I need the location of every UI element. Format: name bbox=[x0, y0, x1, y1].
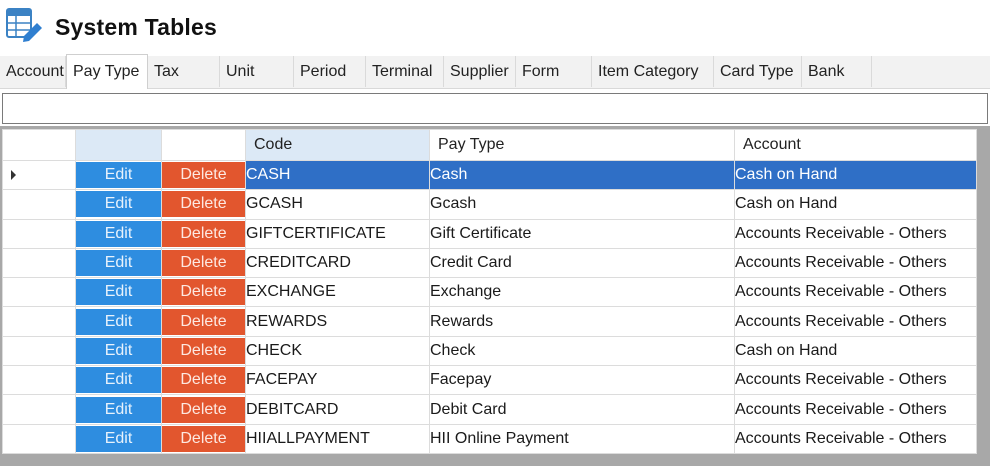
cell-account[interactable]: Cash on Hand bbox=[734, 159, 977, 191]
cell-pay-type[interactable]: Check bbox=[429, 335, 735, 367]
table-row[interactable]: Edit Delete EXCHANGE Exchange Accounts Recei… bbox=[2, 277, 977, 308]
table-row[interactable]: Edit Delete REWARDS Rewards Accounts Receiva… bbox=[2, 306, 977, 337]
table-row[interactable]: Edit Delete GIFTCERTIFICATE Gift Certificat… bbox=[2, 218, 977, 249]
tab-period[interactable]: Period bbox=[294, 56, 366, 87]
cell-code[interactable]: DEBITCARD bbox=[245, 394, 430, 425]
cell-code[interactable]: CHECK bbox=[245, 335, 430, 367]
cell-code[interactable]: CREDITCARD bbox=[245, 247, 430, 279]
delete-button[interactable]: Delete bbox=[162, 337, 245, 364]
delete-column-header bbox=[161, 129, 246, 161]
tab-tax[interactable]: Tax bbox=[148, 56, 220, 87]
row-header[interactable] bbox=[2, 277, 76, 308]
cell-account[interactable]: Cash on Hand bbox=[734, 335, 977, 367]
table-icon bbox=[6, 8, 42, 42]
cell-account[interactable]: Accounts Receivable - Others bbox=[734, 306, 977, 337]
tab-pay-type[interactable]: Pay Type bbox=[66, 54, 148, 89]
table-row[interactable]: Edit Delete FACEPAY Facepay Accounts Receiva… bbox=[2, 365, 977, 396]
cell-pay-type[interactable]: Exchange bbox=[429, 277, 735, 308]
cell-account[interactable]: Accounts Receivable - Others bbox=[734, 277, 977, 308]
edit-button[interactable]: Edit bbox=[76, 162, 161, 189]
cell-account[interactable]: Accounts Receivable - Others bbox=[734, 394, 977, 425]
cell-code[interactable]: EXCHANGE bbox=[245, 277, 430, 308]
row-header[interactable] bbox=[2, 189, 76, 220]
row-header[interactable] bbox=[2, 423, 76, 454]
cell-pay-type[interactable]: Cash bbox=[429, 159, 735, 191]
row-header[interactable] bbox=[2, 335, 76, 367]
row-header[interactable] bbox=[2, 394, 76, 425]
tab-account[interactable]: Account bbox=[0, 56, 66, 87]
cell-code[interactable]: FACEPAY bbox=[245, 365, 430, 396]
edit-button[interactable]: Edit bbox=[76, 396, 161, 423]
header-row: Code Pay Type Account bbox=[2, 129, 977, 161]
edit-button[interactable]: Edit bbox=[76, 425, 161, 452]
tab-bar: Account Pay Type Tax Unit Period Termina… bbox=[0, 54, 990, 89]
edit-button[interactable]: Edit bbox=[76, 191, 161, 218]
cell-pay-type[interactable]: Gift Certificate bbox=[429, 218, 735, 249]
edit-button[interactable]: Edit bbox=[76, 250, 161, 277]
column-header-pay-type[interactable]: Pay Type bbox=[429, 129, 735, 161]
cell-account[interactable]: Accounts Receivable - Others bbox=[734, 423, 977, 454]
delete-button[interactable]: Delete bbox=[162, 396, 245, 423]
cell-pay-type[interactable]: Facepay bbox=[429, 365, 735, 396]
page-title: System Tables bbox=[55, 14, 217, 40]
cell-account[interactable]: Cash on Hand bbox=[734, 189, 977, 220]
row-header[interactable] bbox=[2, 365, 76, 396]
edit-column-header bbox=[75, 129, 162, 161]
cell-account[interactable]: Accounts Receivable - Others bbox=[734, 218, 977, 249]
header: System Tables bbox=[0, 0, 990, 56]
cell-account[interactable]: Accounts Receivable - Others bbox=[734, 247, 977, 279]
edit-button[interactable]: Edit bbox=[76, 367, 161, 394]
delete-button[interactable]: Delete bbox=[162, 162, 245, 189]
tab-supplier[interactable]: Supplier bbox=[444, 56, 516, 87]
table-row[interactable]: Edit Delete CASH Cash Cash on Hand bbox=[2, 159, 977, 191]
edit-button[interactable]: Edit bbox=[76, 220, 161, 247]
cell-pay-type[interactable]: Rewards bbox=[429, 306, 735, 337]
delete-button[interactable]: Delete bbox=[162, 191, 245, 218]
table-row[interactable]: Edit Delete CHECK Check Cash on Hand bbox=[2, 335, 977, 367]
tab-bank[interactable]: Bank bbox=[802, 56, 872, 87]
delete-button[interactable]: Delete bbox=[162, 308, 245, 335]
table-row[interactable]: Edit Delete DEBITCARD Debit Card Accounts Re… bbox=[2, 394, 977, 425]
column-header-code[interactable]: Code bbox=[245, 129, 430, 161]
cell-pay-type[interactable]: Gcash bbox=[429, 189, 735, 220]
column-header-account[interactable]: Account bbox=[734, 129, 977, 161]
row-header[interactable] bbox=[2, 306, 76, 337]
cell-pay-type[interactable]: HII Online Payment bbox=[429, 423, 735, 454]
pay-type-table: Code Pay Type Account Edit Delete CASH Cash… bbox=[2, 129, 977, 454]
delete-button[interactable]: Delete bbox=[162, 425, 245, 452]
cell-pay-type[interactable]: Debit Card bbox=[429, 394, 735, 425]
edit-button[interactable]: Edit bbox=[76, 337, 161, 364]
delete-button[interactable]: Delete bbox=[162, 220, 245, 247]
delete-button[interactable]: Delete bbox=[162, 367, 245, 394]
cell-code[interactable]: REWARDS bbox=[245, 306, 430, 337]
tab-form[interactable]: Form bbox=[516, 56, 592, 87]
tab-item-category[interactable]: Item Category bbox=[592, 56, 714, 87]
current-row-indicator-icon bbox=[11, 170, 16, 180]
table-row[interactable]: Edit Delete HIIALLPAYMENT HII Online Paymen… bbox=[2, 423, 977, 454]
edit-button[interactable]: Edit bbox=[76, 308, 161, 335]
cell-code[interactable]: CASH bbox=[245, 159, 430, 191]
tab-card-type[interactable]: Card Type bbox=[714, 56, 802, 87]
table-row[interactable]: Edit Delete CREDITCARD Credit Card Accounts … bbox=[2, 247, 977, 279]
cell-code[interactable]: GCASH bbox=[245, 189, 430, 220]
cell-account[interactable]: Accounts Receivable - Others bbox=[734, 365, 977, 396]
table-row[interactable]: Edit Delete GCASH Gcash Cash on Hand bbox=[2, 189, 977, 220]
delete-button[interactable]: Delete bbox=[162, 279, 245, 306]
delete-button[interactable]: Delete bbox=[162, 250, 245, 277]
edit-button[interactable]: Edit bbox=[76, 279, 161, 306]
row-header[interactable] bbox=[2, 247, 76, 279]
cell-pay-type[interactable]: Credit Card bbox=[429, 247, 735, 279]
row-header-corner bbox=[2, 129, 76, 161]
tab-terminal[interactable]: Terminal bbox=[366, 56, 444, 87]
data-grid: Code Pay Type Account Edit Delete CASH Cash… bbox=[0, 126, 990, 466]
tab-unit[interactable]: Unit bbox=[220, 56, 294, 87]
cell-code[interactable]: GIFTCERTIFICATE bbox=[245, 218, 430, 249]
search-input[interactable] bbox=[2, 93, 988, 124]
row-header[interactable] bbox=[2, 159, 76, 191]
cell-code[interactable]: HIIALLPAYMENT bbox=[245, 423, 430, 454]
row-header[interactable] bbox=[2, 218, 76, 249]
